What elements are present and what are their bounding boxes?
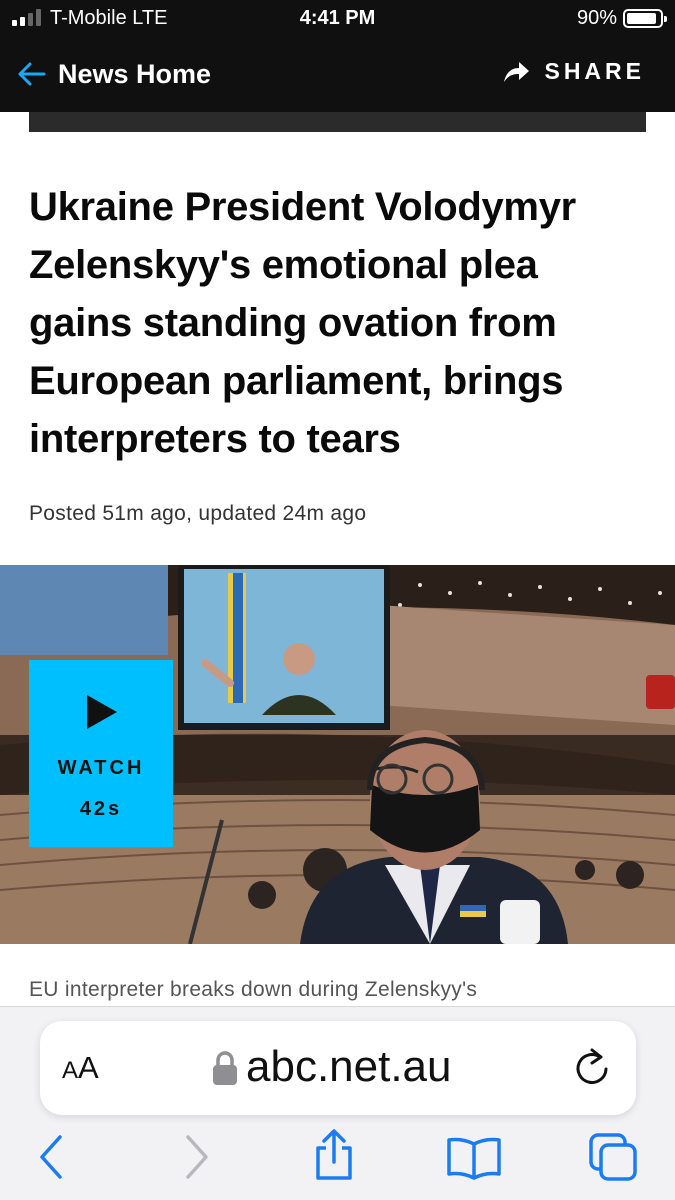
battery-icon xyxy=(623,9,667,28)
url-text[interactable]: abc.net.au xyxy=(246,1042,452,1092)
status-bar: T-Mobile LTE 4:41 PM 90% xyxy=(0,0,675,36)
aa-large-letter: A xyxy=(78,1050,99,1085)
tabs-icon[interactable] xyxy=(588,1132,640,1182)
battery-percent: 90% xyxy=(576,7,617,29)
posted-timestamp: Posted 51m ago, updated 24m ago xyxy=(29,502,367,525)
watch-label: WATCH xyxy=(57,757,145,779)
article-headline: Ukraine President Volodymyr Zelenskyy's … xyxy=(29,185,576,461)
news-home-back-button[interactable]: News Home xyxy=(16,58,211,90)
app-header: News Home SHARE xyxy=(0,36,675,112)
chevron-left-icon[interactable] xyxy=(36,1133,66,1181)
image-caption: EU interpreter breaks down during Zelens… xyxy=(29,978,478,1001)
video-duration: 42s xyxy=(79,798,123,820)
back-label: News Home xyxy=(58,58,212,89)
play-icon xyxy=(87,695,117,729)
clock: 4:41 PM xyxy=(299,7,376,29)
aa-small-letter: A xyxy=(62,1057,79,1084)
share-label: SHARE xyxy=(544,58,645,84)
reader-aa-button[interactable]: AA xyxy=(62,1050,99,1086)
banner-strip xyxy=(29,112,646,132)
lock-icon xyxy=(213,1051,237,1085)
share-box-icon[interactable] xyxy=(312,1128,356,1182)
book-icon[interactable] xyxy=(446,1136,502,1180)
share-button[interactable]: SHARE xyxy=(502,58,645,85)
watch-video-button[interactable]: WATCH 42s xyxy=(29,660,173,847)
chevron-right-icon[interactable] xyxy=(182,1133,212,1181)
reload-icon[interactable] xyxy=(574,1047,610,1087)
arrow-left-icon xyxy=(18,62,46,86)
share-arrow-icon xyxy=(504,61,530,82)
